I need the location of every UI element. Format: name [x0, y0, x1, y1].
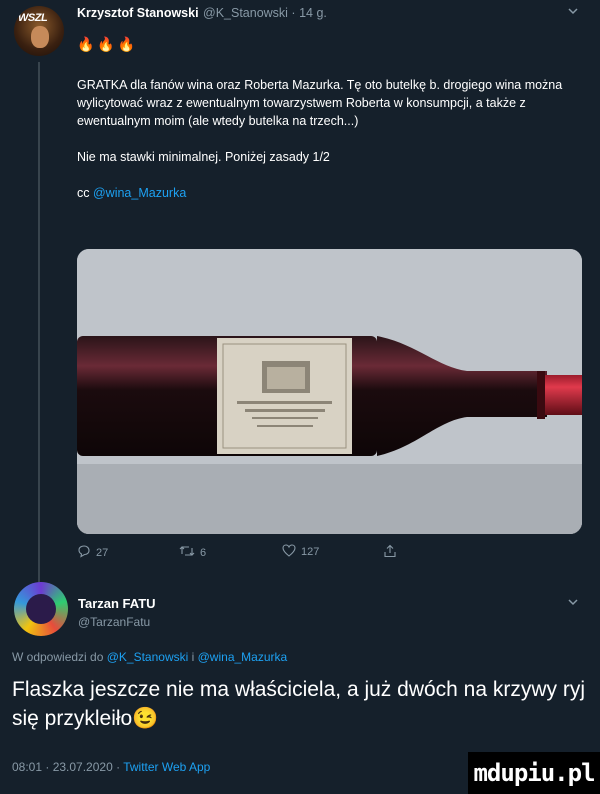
like-button[interactable]: 127: [282, 544, 319, 560]
wink-emoji: 😉: [132, 707, 159, 730]
avatar-face: [31, 26, 49, 48]
author-handle-time: @K_Stanowski · 14 g.: [203, 6, 327, 20]
reply-author-handle[interactable]: @TarzanFatu: [78, 615, 150, 629]
fire-emojis: 🔥🔥🔥: [77, 36, 139, 52]
reply-author-name[interactable]: Tarzan FATU: [78, 596, 156, 611]
reply-count: 27: [96, 546, 109, 559]
reply-button[interactable]: 27: [77, 544, 108, 561]
replying-to: W odpowiedzi do @K_Stanowski i @wina_Maz…: [12, 650, 287, 664]
retweet-icon: [179, 544, 195, 561]
share-icon: [383, 544, 397, 561]
reply-author-avatar[interactable]: [14, 582, 68, 636]
cc-prefix: cc: [77, 186, 93, 200]
author-avatar[interactable]: WSZL: [14, 6, 64, 56]
tweet-time[interactable]: 14 g.: [299, 6, 327, 20]
tweet-body: GRATKA dla fanów wina oraz Roberta Mazur…: [77, 76, 577, 220]
mention-link[interactable]: @K_Stanowski: [107, 650, 189, 664]
reply-timestamp[interactable]: 08:01 · 23.07.2020 ·: [12, 760, 123, 774]
source-label[interactable]: Twitter Web App: [123, 760, 210, 774]
share-button[interactable]: [383, 544, 397, 561]
avatar-text: WSZL: [18, 12, 48, 24]
mention-link[interactable]: @wina_Mazurka: [93, 186, 186, 200]
reply-meta: 08:01 · 23.07.2020 · Twitter Web App: [12, 760, 210, 774]
replying-to-prefix: W odpowiedzi do: [12, 650, 107, 664]
like-count: 127: [301, 546, 320, 558]
tweet-paragraph-1: GRATKA dla fanów wina oraz Roberta Mazur…: [77, 78, 563, 128]
wine-bottle-photo[interactable]: [77, 249, 582, 534]
avatar-face: [26, 594, 56, 624]
tweet-paragraph-2: Nie ma stawki minimalnej. Poniżej zasady…: [77, 150, 330, 164]
reply-icon: [77, 544, 91, 561]
author-name[interactable]: Krzysztof Stanowski: [77, 6, 199, 20]
site-watermark: mdupiu.pl: [468, 752, 600, 794]
retweet-button[interactable]: 6: [179, 544, 206, 561]
reply-tweet-text: Flaszka jeszcze nie ma właściciela, a ju…: [12, 675, 592, 733]
replying-to-and: i: [188, 650, 198, 664]
heart-icon: [282, 544, 296, 560]
mention-link[interactable]: @wina_Mazurka: [198, 650, 288, 664]
thread-connector-line: [38, 62, 40, 582]
retweet-count: 6: [200, 546, 207, 559]
author-handle[interactable]: @K_Stanowski: [203, 6, 288, 20]
tweet-cc-line: cc @wina_Mazurka: [77, 184, 577, 202]
chevron-down-icon[interactable]: [567, 5, 579, 20]
chevron-down-icon[interactable]: [567, 596, 579, 611]
reply-text: Flaszka jeszcze nie ma właściciela, a ju…: [12, 678, 586, 730]
